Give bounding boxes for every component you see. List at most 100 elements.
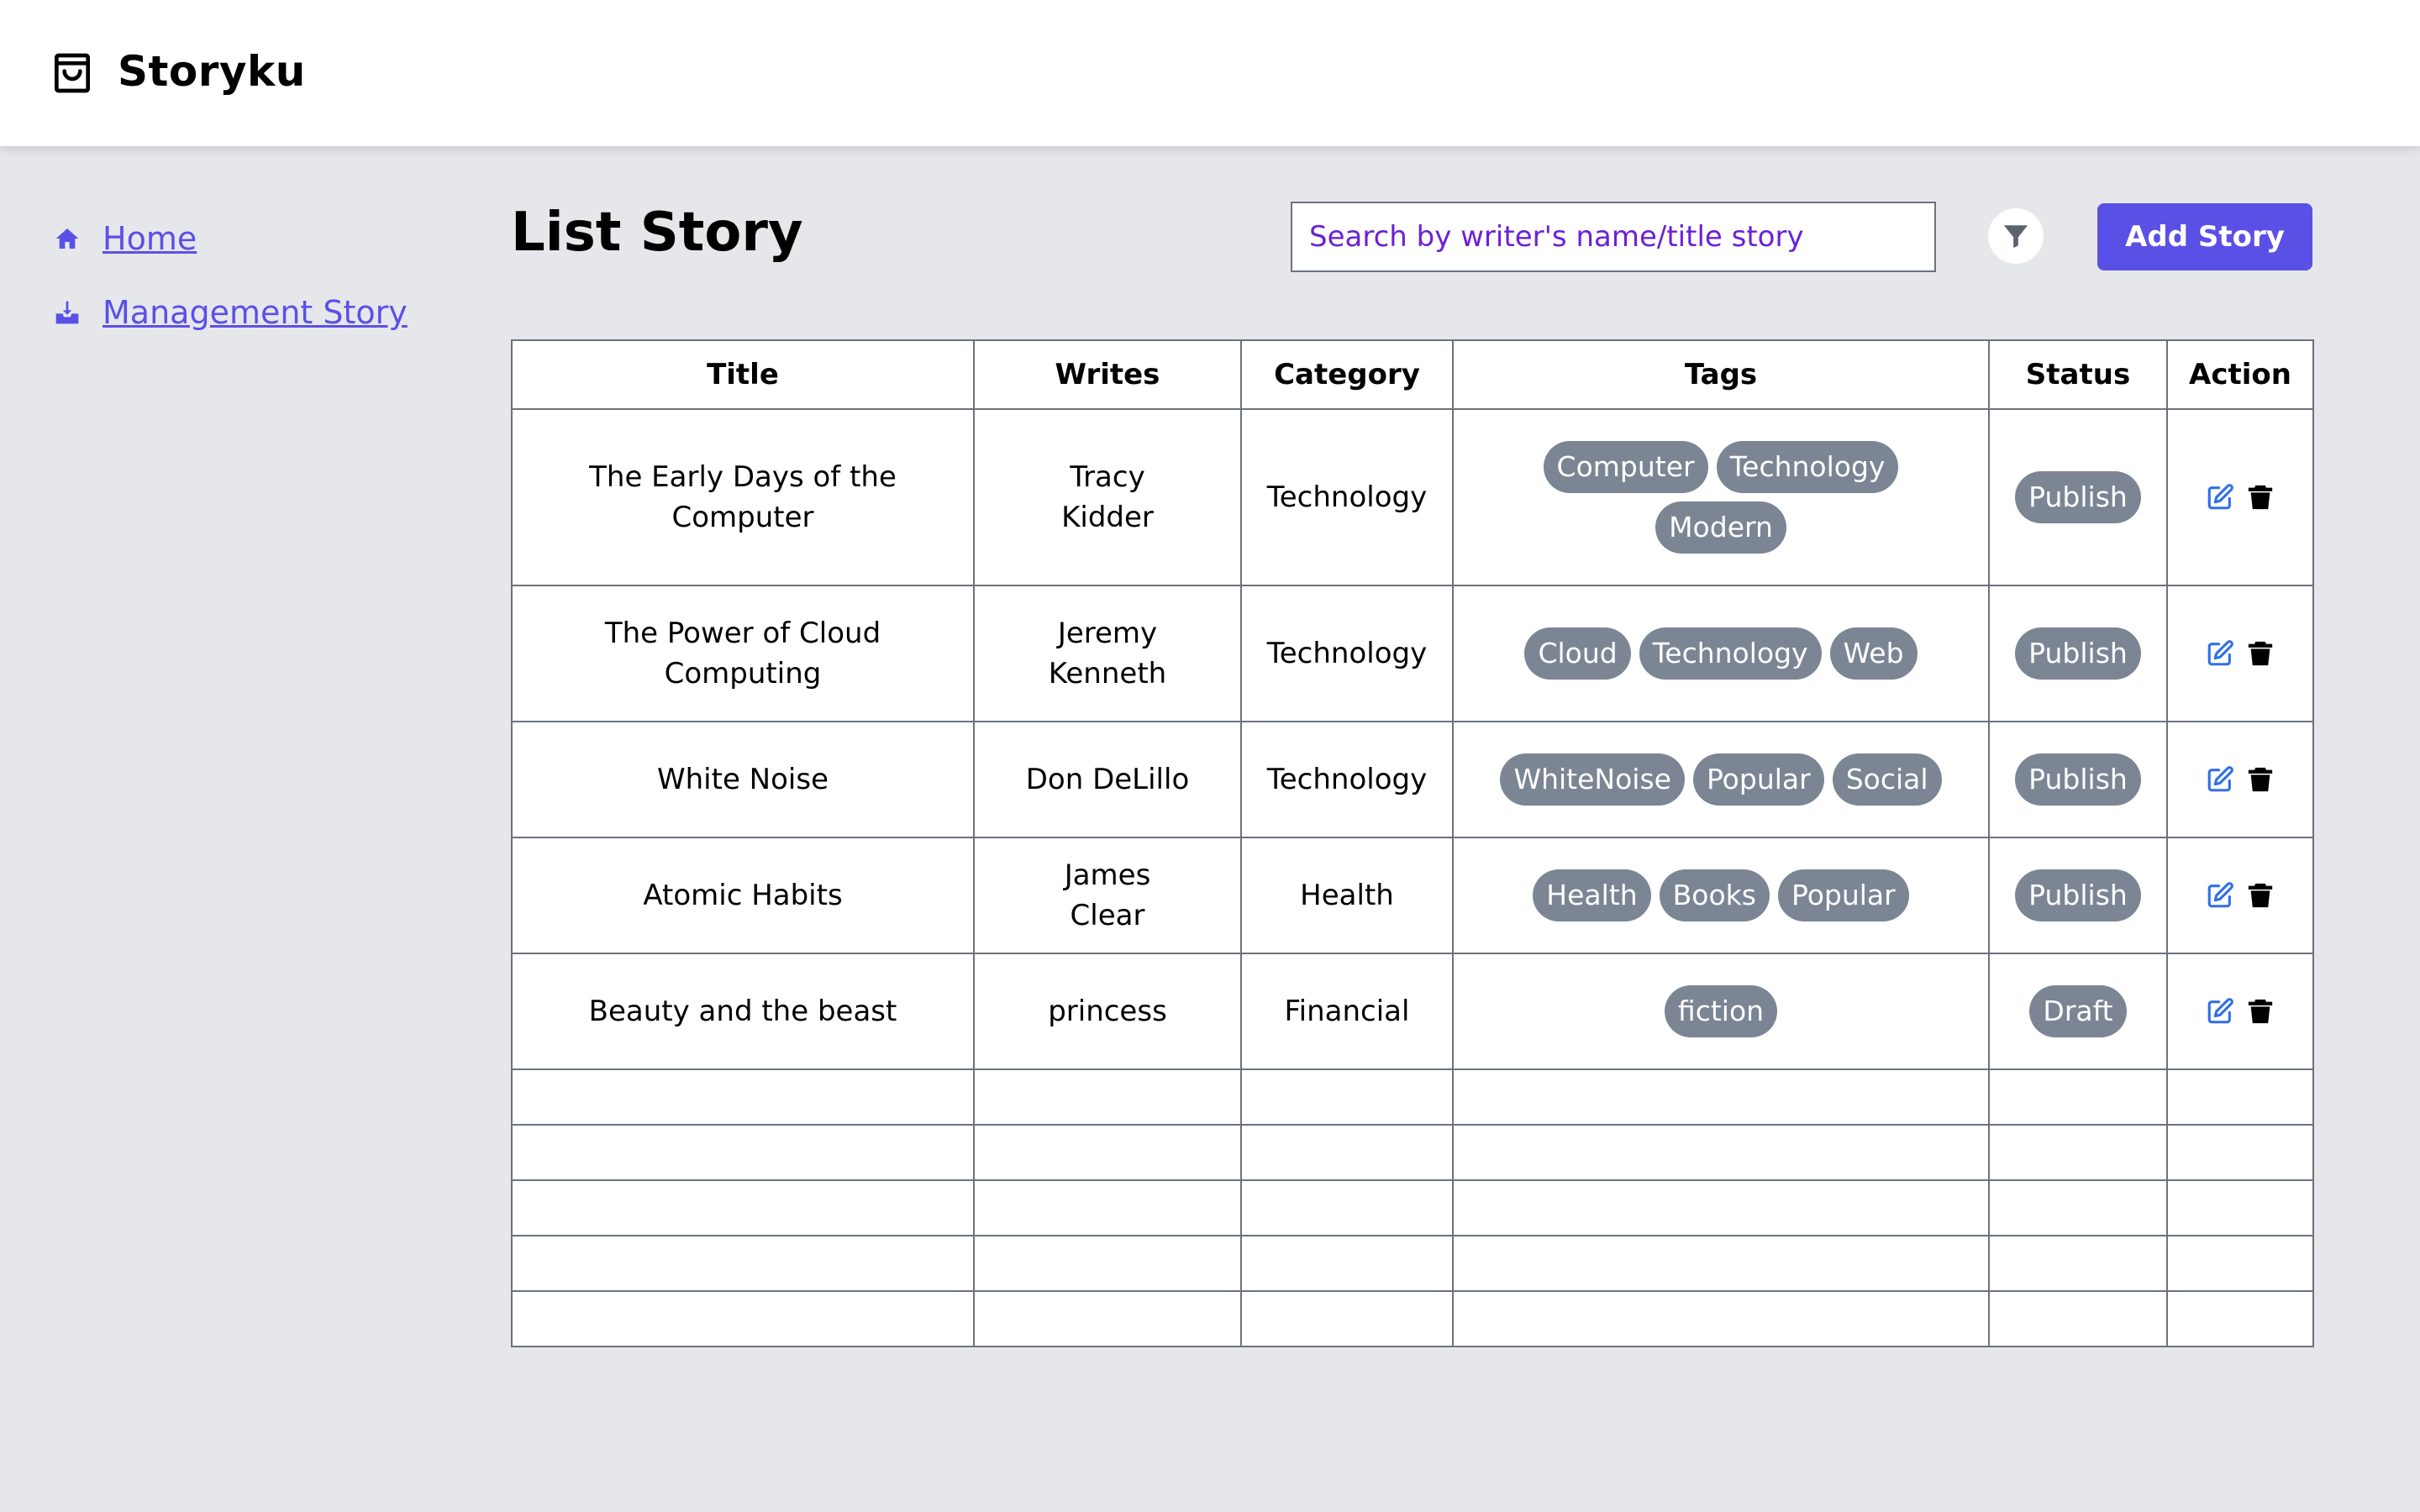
status-badge: Publish: [2015, 869, 2141, 921]
cell-writer: Jeremy Kenneth: [973, 585, 1242, 722]
edit-icon[interactable]: [2206, 997, 2234, 1026]
shopping-bag-icon: [55, 53, 90, 93]
page-title: List Story: [511, 202, 803, 264]
search-input[interactable]: [1307, 219, 1934, 255]
empty-cell: [1240, 1290, 1454, 1347]
tag-pill: fiction: [1664, 985, 1778, 1037]
trash-icon[interactable]: [2246, 881, 2275, 910]
tag-pill: WhiteNoise: [1500, 753, 1685, 806]
empty-cell: [1452, 1290, 1990, 1347]
tag-pill: Modern: [1655, 501, 1786, 554]
empty-cell: [1452, 1068, 1990, 1126]
cell-action: [2166, 585, 2314, 722]
trash-icon[interactable]: [2246, 997, 2275, 1026]
empty-cell: [1452, 1235, 1990, 1292]
cell-tags: fiction: [1452, 953, 1990, 1070]
tag-list: Computer Technology Modern: [1465, 438, 1976, 557]
sidebar-link-home[interactable]: Home: [103, 220, 197, 257]
sidebar: Home Management Story: [54, 202, 440, 349]
trash-icon[interactable]: [2246, 639, 2275, 668]
filter-button[interactable]: [1988, 208, 2044, 264]
column-header-writes: Writes: [973, 339, 1242, 410]
trash-icon[interactable]: [2246, 483, 2275, 512]
empty-cell: [1988, 1179, 2168, 1236]
cell-writer: Don DeLillo: [973, 721, 1242, 838]
column-header-category: Category: [1240, 339, 1454, 410]
tag-list: fiction: [1465, 982, 1976, 1041]
tag-pill: Social: [1832, 753, 1942, 806]
edit-icon[interactable]: [2206, 483, 2234, 512]
empty-cell: [511, 1068, 975, 1126]
empty-cell: [511, 1179, 975, 1236]
empty-cell: [1452, 1179, 1990, 1236]
search-box[interactable]: [1291, 202, 1936, 272]
empty-cell: [973, 1235, 1242, 1292]
cell-status: Publish: [1988, 585, 2168, 722]
cell-category: Health: [1240, 837, 1454, 954]
tag-pill: Popular: [1777, 869, 1909, 921]
cell-action: [2166, 408, 2314, 586]
empty-cell: [1240, 1235, 1454, 1292]
status-badge: Publish: [2015, 471, 2141, 523]
column-header-status: Status: [1988, 339, 2168, 410]
sidebar-link-management-story[interactable]: Management Story: [103, 294, 408, 331]
edit-icon[interactable]: [2206, 881, 2234, 910]
cell-tags: Computer Technology Modern: [1452, 408, 1990, 586]
cell-title: The Early Days of the Computer: [511, 408, 975, 586]
empty-cell: [973, 1124, 1242, 1181]
cell-action: [2166, 721, 2314, 838]
tag-pill: Technology: [1639, 627, 1822, 680]
app-brand-name[interactable]: Storyku: [118, 47, 306, 96]
top-navbar: Storyku: [0, 0, 2420, 146]
cell-tags: Cloud Technology Web: [1452, 585, 1990, 722]
cell-action: [2166, 837, 2314, 954]
tag-pill: Books: [1659, 869, 1770, 921]
table-row: Beauty and the beast princess Financial fic…: [511, 953, 2314, 1070]
cell-status: Publish: [1988, 837, 2168, 954]
trash-icon[interactable]: [2246, 765, 2275, 794]
table-row: White Noise Don DeLillo Technology WhiteNoi…: [511, 721, 2314, 838]
empty-cell: [1988, 1068, 2168, 1126]
tag-pill: Computer: [1543, 441, 1708, 493]
empty-table-row: [511, 1124, 2314, 1181]
empty-cell: [511, 1290, 975, 1347]
empty-cell: [1240, 1179, 1454, 1236]
row-actions: [2180, 765, 2301, 794]
row-actions: [2180, 639, 2301, 668]
cell-status: Draft: [1988, 953, 2168, 1070]
column-header-title: Title: [511, 339, 975, 410]
status-badge: Draft: [2029, 985, 2127, 1037]
cell-writer: princess: [973, 953, 1242, 1070]
cell-status: Publish: [1988, 408, 2168, 586]
sidebar-item-management-story[interactable]: Management Story: [54, 276, 440, 349]
row-actions: [2180, 997, 2301, 1026]
empty-table-row: [511, 1179, 2314, 1236]
empty-cell: [1988, 1124, 2168, 1181]
inbox-download-icon: [55, 301, 79, 324]
cell-category: Technology: [1240, 721, 1454, 838]
cell-title: The Power of Cloud Computing: [511, 585, 975, 722]
empty-cell: [511, 1124, 975, 1181]
cell-category: Technology: [1240, 585, 1454, 722]
empty-cell: [1452, 1124, 1990, 1181]
cell-title: Atomic Habits: [511, 837, 975, 954]
edit-icon[interactable]: [2206, 639, 2234, 668]
tag-pill: Web: [1829, 627, 1918, 680]
empty-cell: [2166, 1124, 2314, 1181]
empty-table-row: [511, 1235, 2314, 1292]
add-story-button[interactable]: Add Story: [2097, 203, 2312, 270]
empty-cell: [2166, 1235, 2314, 1292]
table-row: Atomic Habits James Clear Health Health Book…: [511, 837, 2314, 954]
cell-category: Technology: [1240, 408, 1454, 586]
edit-icon[interactable]: [2206, 765, 2234, 794]
empty-cell: [1240, 1124, 1454, 1181]
table-body: The Early Days of the Computer Tracy Kidd…: [511, 408, 2314, 1347]
empty-table-row: [511, 1068, 2314, 1126]
empty-cell: [973, 1290, 1242, 1347]
empty-cell: [973, 1068, 1242, 1126]
empty-cell: [973, 1179, 1242, 1236]
sidebar-item-home[interactable]: Home: [54, 202, 440, 276]
empty-cell: [2166, 1068, 2314, 1126]
column-header-action: Action: [2166, 339, 2314, 410]
tag-list: WhiteNoise Popular Social: [1465, 750, 1976, 809]
